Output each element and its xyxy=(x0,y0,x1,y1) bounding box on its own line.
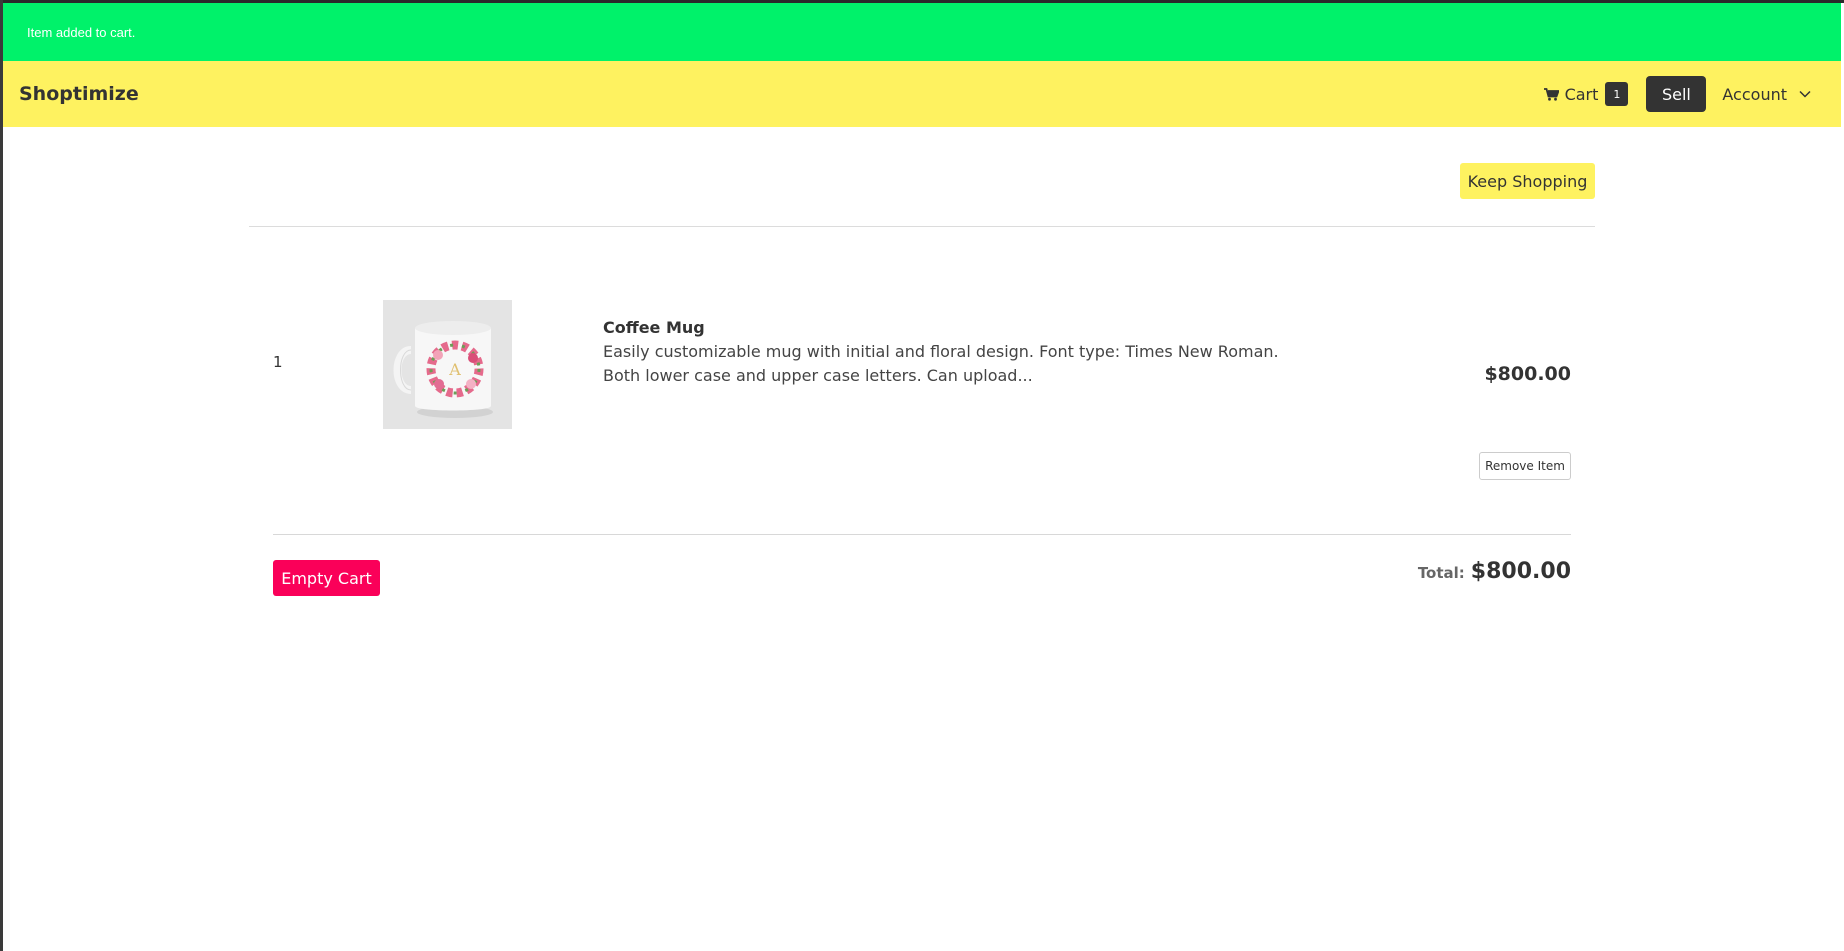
product-image: A xyxy=(383,300,512,429)
cart-footer: Empty Cart Total: $800.00 xyxy=(273,535,1571,615)
cart-total: Total: $800.00 xyxy=(1418,559,1571,584)
chevron-down-icon xyxy=(1799,90,1811,98)
navbar-actions: Cart 1 Sell Account xyxy=(1543,76,1811,112)
cart-label: Cart xyxy=(1564,84,1599,104)
notification-message: Item added to cart. xyxy=(27,24,136,40)
sell-button[interactable]: Sell xyxy=(1646,76,1707,112)
cart-count-badge: 1 xyxy=(1605,82,1629,106)
total-value: $800.00 xyxy=(1470,559,1571,584)
coffee-mug-image: A xyxy=(383,300,512,429)
navbar: Shoptimize Cart 1 Sell Account xyxy=(3,61,1841,127)
item-quantity: 1 xyxy=(273,353,283,371)
window-frame-left xyxy=(0,0,3,951)
account-dropdown[interactable]: Account xyxy=(1722,85,1811,104)
svg-text:A: A xyxy=(448,360,461,379)
cart-item: 1 A Coffee Mug Easily customizable mug w… xyxy=(273,227,1571,535)
remove-item-button[interactable]: Remove Item xyxy=(1479,452,1571,480)
cart-link[interactable]: Cart 1 xyxy=(1543,82,1629,106)
item-name[interactable]: Coffee Mug xyxy=(603,316,1303,340)
brand-logo[interactable]: Shoptimize xyxy=(19,83,139,105)
item-description: Easily customizable mug with initial and… xyxy=(603,342,1279,385)
keep-shopping-button[interactable]: Keep Shopping xyxy=(1460,163,1595,199)
shopping-cart-icon xyxy=(1543,87,1559,101)
account-label: Account xyxy=(1722,84,1787,104)
cart-toolbar: Keep Shopping xyxy=(249,127,1595,227)
empty-cart-button[interactable]: Empty Cart xyxy=(273,560,380,596)
item-price: $800.00 xyxy=(1484,363,1571,385)
item-info: Coffee Mug Easily customizable mug with … xyxy=(603,316,1303,388)
total-label: Total: xyxy=(1417,564,1465,582)
notification-banner: Item added to cart. xyxy=(3,3,1841,61)
cart-page: Keep Shopping 1 A Coffee Mug Easily cust… xyxy=(249,127,1595,615)
